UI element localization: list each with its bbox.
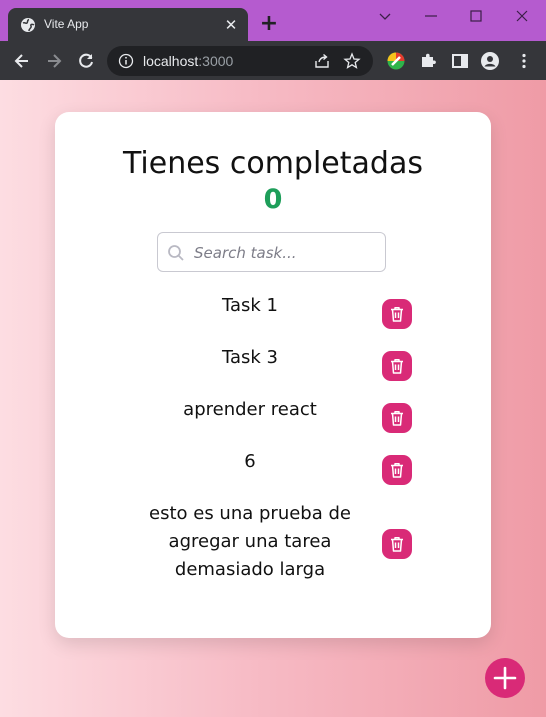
minimize-icon[interactable] — [421, 6, 441, 26]
back-icon[interactable] — [12, 51, 32, 71]
plus-icon — [493, 666, 517, 690]
trash-icon — [391, 537, 403, 552]
address-bar[interactable]: localhost:3000 — [107, 46, 373, 76]
maximize-icon[interactable] — [466, 6, 486, 26]
sidebar-icon[interactable] — [450, 51, 470, 71]
chevron-down-icon[interactable] — [375, 6, 395, 26]
task-text: aprender react — [183, 399, 317, 420]
browser-titlebar: Vite App ✕ + — [0, 0, 546, 41]
delete-task-button[interactable] — [382, 455, 412, 485]
info-icon[interactable] — [118, 53, 134, 69]
url-text: localhost:3000 — [143, 53, 233, 69]
window-close-icon[interactable] — [512, 6, 532, 26]
task-text: 6 — [244, 451, 256, 472]
tab-close-icon[interactable]: ✕ — [222, 16, 240, 34]
url-host: localhost — [143, 53, 199, 69]
delete-task-button[interactable] — [382, 529, 412, 559]
share-icon[interactable] — [313, 52, 331, 70]
delete-task-button[interactable] — [382, 403, 412, 433]
task-text: Task 1 — [221, 295, 279, 316]
delete-task-button[interactable] — [382, 299, 412, 329]
url-port: :3000 — [198, 53, 234, 69]
task-text: esto es una prueba de agregar una tarea … — [149, 503, 351, 580]
trash-icon — [391, 411, 403, 426]
add-task-button[interactable] — [485, 658, 525, 698]
trash-icon — [391, 307, 403, 322]
extension-colorful-icon[interactable] — [386, 51, 406, 71]
reload-icon[interactable] — [76, 51, 96, 71]
trash-icon — [391, 463, 403, 478]
todo-card: Tienes completadas 0 Task 1 Task 3 — [55, 112, 491, 638]
forward-icon[interactable] — [44, 51, 64, 71]
page-viewport: Tienes completadas 0 Task 1 Task 3 — [0, 80, 546, 717]
menu-dots-icon[interactable] — [514, 51, 534, 71]
star-icon[interactable] — [343, 52, 361, 70]
browser-tab[interactable]: Vite App ✕ — [8, 8, 248, 41]
puzzle-icon[interactable] — [418, 51, 438, 71]
tab-title: Vite App — [44, 17, 89, 31]
browser-toolbar: localhost:3000 — [0, 41, 546, 80]
task-text: Task 3 — [221, 347, 279, 368]
globe-icon — [21, 18, 35, 32]
task-list: Task 1 Task 3 aprender react 6 esto es u… — [55, 112, 491, 638]
profile-icon[interactable] — [480, 51, 500, 71]
trash-icon — [391, 359, 403, 374]
new-tab-plus-icon[interactable]: + — [258, 13, 280, 35]
delete-task-button[interactable] — [382, 351, 412, 381]
